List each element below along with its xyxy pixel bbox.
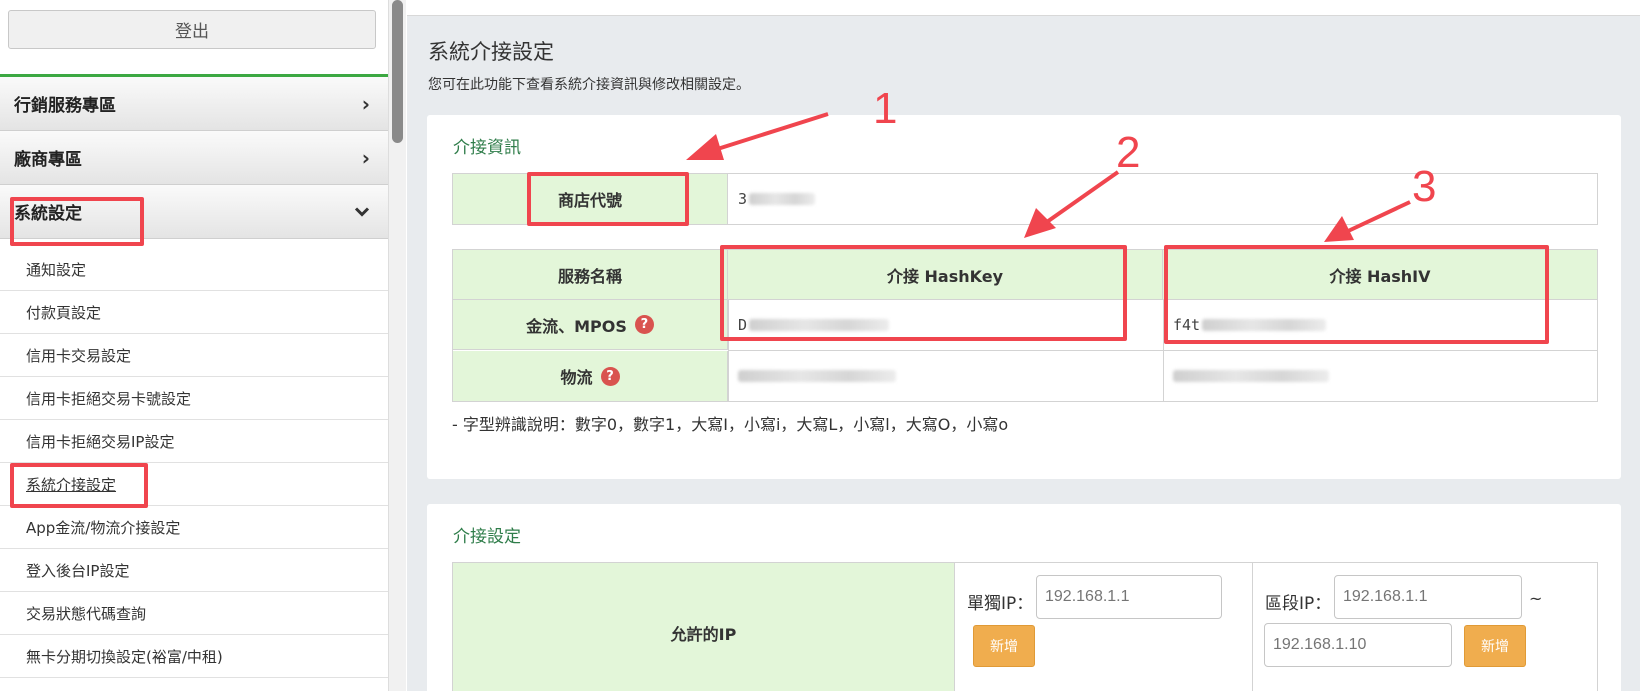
redacted-value (749, 319, 890, 331)
chevron-right-icon: › (361, 145, 370, 170)
add-single-ip-button[interactable]: 新增 (973, 625, 1035, 667)
header-service-name: 服務名稱 (453, 250, 728, 300)
allowed-ip-table: 允許的IP 單獨IP： 新增 區段IP： ~ 新增 (452, 562, 1598, 691)
annotation-number-2: 2 (1116, 128, 1141, 177)
sidebar-item-credit-card[interactable]: 信用卡交易設定 (0, 334, 388, 377)
header-hashkey: 介接 HashKey (728, 250, 1163, 300)
column-divider (1252, 563, 1253, 691)
sidebar: 登出 行銷服務專區 › 廠商專區 › 系統設定 通知設定 付款頁設定 信用卡交易… (0, 0, 388, 691)
sidebar-item-notification[interactable]: 通知設定 (0, 248, 388, 291)
range-ip-label: 區段IP： (1265, 594, 1332, 614)
add-range-ip-button[interactable]: 新增 (1464, 625, 1526, 667)
menu-section-vendor[interactable]: 廠商專區 › (0, 131, 388, 185)
service-keys-table: 服務名稱 介接 HashKey 介接 HashIV 金流、MPOS ? D f4… (452, 249, 1598, 402)
redacted-value (738, 370, 896, 382)
integration-settings-panel: 介接設定 允許的IP 單獨IP： 新增 區段IP： ~ 新增 (427, 504, 1621, 691)
sidebar-item-login-ip[interactable]: 登入後台IP設定 (0, 549, 388, 592)
sidebar-item-payment-page[interactable]: 付款頁設定 (0, 291, 388, 334)
menu-section-label: 行銷服務專區 (14, 96, 116, 116)
sidebar-item-card-block[interactable]: 信用卡拒絕交易卡號設定 (0, 377, 388, 420)
menu-section-label: 廠商專區 (14, 150, 82, 170)
chevron-down-icon (354, 201, 370, 222)
panel-title: 介接設定 (453, 527, 521, 547)
allowed-ip-label: 允許的IP (453, 563, 955, 691)
hashiv-value-cash-flow: f4t (1173, 300, 1593, 350)
redacted-value (749, 193, 816, 205)
service-cash-flow: 金流、MPOS ? (453, 300, 728, 350)
sidebar-item-status-code[interactable]: 交易狀態代碼查詢 (0, 592, 388, 635)
redacted-value (1202, 319, 1327, 331)
hashkey-value-cash-flow: D (738, 300, 1158, 350)
menu-section-marketing[interactable]: 行銷服務專區 › (0, 77, 388, 131)
sidebar-item-app-integration[interactable]: App金流/物流介接設定 (0, 506, 388, 549)
integration-info-panel: 介接資訊 商店代號 3 服務名稱 介接 HashKey 介接 HashIV 金流… (427, 115, 1621, 479)
range-ip-start-input[interactable] (1334, 575, 1522, 619)
merchant-id-label: 商店代號 (453, 174, 728, 224)
font-note: - 字型辨識說明：數字0，數字1，大寫I，小寫i，大寫L，小寫l，大寫O，小寫o (452, 415, 1009, 434)
hashkey-value-logistics (738, 351, 1158, 401)
header-hashiv: 介接 HashIV (1163, 250, 1597, 300)
redacted-value (1173, 370, 1329, 382)
annotation-number-3: 3 (1412, 162, 1437, 211)
panel-title: 介接資訊 (453, 138, 521, 158)
service-logistics: 物流 ? (453, 351, 728, 401)
sidebar-item-system-integration[interactable]: 系統介接設定 (0, 463, 388, 506)
sidebar-item-ip-block[interactable]: 信用卡拒絕交易IP設定 (0, 420, 388, 463)
range-ip-end-input[interactable] (1264, 623, 1452, 667)
top-bar (407, 0, 1640, 16)
chevron-right-icon: › (361, 91, 370, 116)
help-icon[interactable]: ? (600, 366, 620, 386)
main-content: 系統介接設定 您可在此功能下查看系統介接資訊與修改相關設定。 介接資訊 商店代號… (407, 0, 1640, 691)
menu-section-label: 系統設定 (14, 204, 82, 224)
hashiv-value-logistics (1173, 351, 1593, 401)
help-icon[interactable]: ? (634, 315, 654, 334)
annotation-number-1: 1 (873, 84, 898, 133)
menu-section-system-settings[interactable]: 系統設定 (0, 185, 388, 239)
page-description: 您可在此功能下查看系統介接資訊與修改相關設定。 (428, 77, 750, 93)
range-separator: ~ (1529, 589, 1543, 608)
single-ip-input[interactable] (1036, 575, 1222, 619)
sidebar-item-installment[interactable]: 無卡分期切換設定(裕富/中租) (0, 635, 388, 678)
scrollbar-thumb[interactable] (392, 0, 403, 143)
logout-button[interactable]: 登出 (8, 10, 376, 49)
single-ip-label: 單獨IP： (967, 594, 1034, 614)
page-title: 系統介接設定 (428, 40, 554, 64)
